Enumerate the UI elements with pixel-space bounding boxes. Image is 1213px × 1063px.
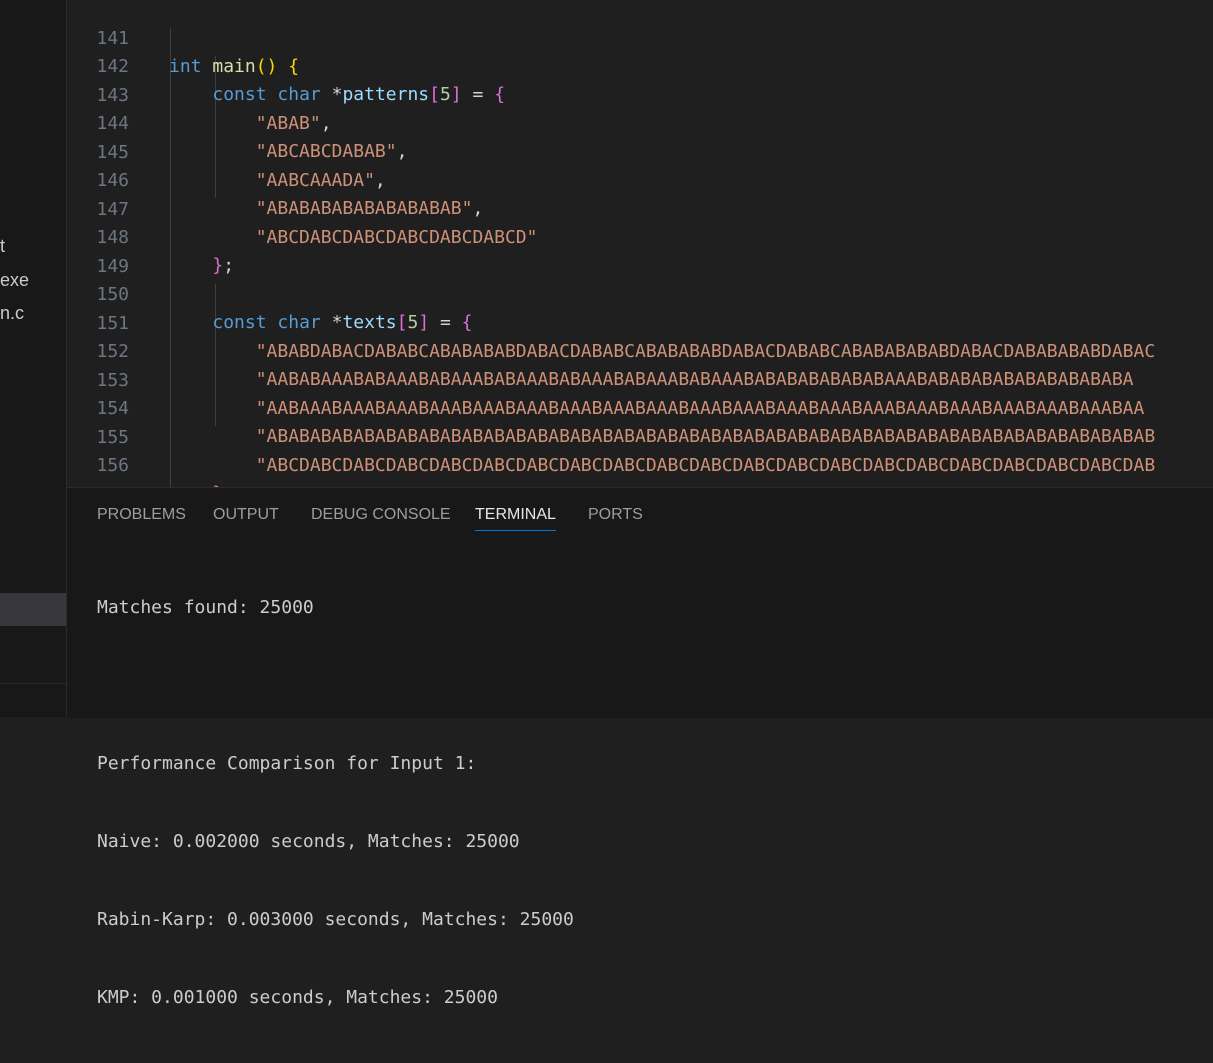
- code-line[interactable]: 156 };: [67, 424, 1213, 487]
- tab-terminal[interactable]: TERMINAL: [475, 506, 556, 531]
- code-line[interactable]: 141 int main() {: [67, 0, 1213, 77]
- code-line[interactable]: 154 "ABABABABABABABABABABABABABABABABABA…: [67, 367, 1213, 447]
- explorer-item-fragment[interactable]: n.c: [0, 303, 24, 324]
- tab-debug-console[interactable]: DEBUG CONSOLE: [311, 506, 451, 530]
- terminal-line: Matches found: 25000: [97, 597, 314, 618]
- terminal-output[interactable]: Matches found: 25000 Performance Compari…: [97, 543, 574, 1063]
- code-line[interactable]: 149: [67, 225, 1213, 277]
- sidebar-divider: [0, 683, 66, 684]
- code-line[interactable]: 142 const char *patterns[5] = {: [67, 25, 1213, 105]
- code-line[interactable]: 145 "AABCAAADA",: [67, 111, 1213, 191]
- terminal-line: Rabin-Karp: 0.003000 seconds, Matches: 2…: [97, 909, 574, 930]
- code-line[interactable]: 146 "ABABABABABABABABAB",: [67, 139, 1213, 219]
- code-line[interactable]: 150 const char *texts[5] = {: [67, 253, 1213, 333]
- code-line[interactable]: 151 "ABABDABACDABABCABABABABDABACDABABCA…: [67, 282, 1213, 362]
- code-line[interactable]: 148 };: [67, 196, 1213, 276]
- tab-ports[interactable]: PORTS: [588, 506, 643, 530]
- terminal-line: Naive: 0.002000 seconds, Matches: 25000: [97, 831, 520, 852]
- code-line[interactable]: 153 "AABAAABAAABAAABAAABAAABAAABAAABAAAB…: [67, 339, 1213, 419]
- code-line[interactable]: 155 "ABCDABCDABCDABCDABCDABCDABCDABCDABC…: [67, 396, 1213, 476]
- code-line[interactable]: 143 "ABAB",: [67, 54, 1213, 134]
- code-editor[interactable]: 141 int main() { 142 const char *pattern…: [67, 0, 1213, 487]
- code-line[interactable]: 152 "AABABAAABABAAABABAAABABAAABABAAABAB…: [67, 310, 1213, 390]
- explorer-selected-row[interactable]: [0, 593, 66, 626]
- code-line[interactable]: 144 "ABCABCDABAB",: [67, 82, 1213, 162]
- tab-problems[interactable]: PROBLEMS: [97, 506, 186, 530]
- code-line[interactable]: 147 "ABCDABCDABCDABCDABCDABCD": [67, 168, 1213, 248]
- explorer-item-fragment[interactable]: t: [0, 236, 5, 257]
- terminal-line: Performance Comparison for Input 1:: [97, 753, 477, 774]
- code-line[interactable]: 157: [67, 453, 1213, 487]
- bottom-panel: PROBLEMS OUTPUT DEBUG CONSOLE TERMINAL P…: [67, 487, 1213, 1008]
- line-content: };: [169, 480, 234, 487]
- explorer-sidebar: t exe n.c: [0, 0, 67, 717]
- explorer-item-fragment[interactable]: exe: [0, 270, 29, 291]
- terminal-line: KMP: 0.001000 seconds, Matches: 25000: [97, 987, 498, 1008]
- tab-output[interactable]: OUTPUT: [213, 506, 279, 530]
